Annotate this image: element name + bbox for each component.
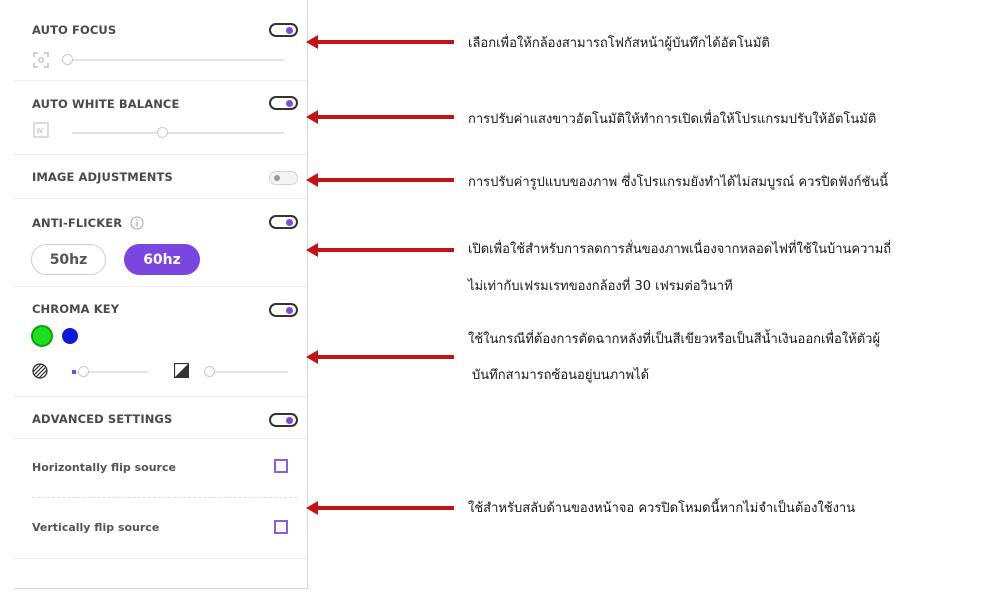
vertical-flip-checkbox[interactable] — [274, 520, 288, 534]
chroma-key-toggle[interactable] — [269, 303, 298, 317]
horizontal-flip-checkbox[interactable] — [274, 459, 288, 473]
annotation-anti-flicker-2: ไม่เท่ากับเฟรมเรทของกล้องที่ 30 เฟรมต่อว… — [468, 279, 733, 294]
chroma-key-slider-1-fill — [72, 370, 76, 374]
auto-focus-toggle[interactable] — [269, 23, 298, 37]
annotation-white-balance: การปรับค่าแสงขาวอัตโนมัติให้ทำการเปิดเพื… — [468, 112, 877, 127]
chroma-key-slider-1-thumb[interactable] — [78, 366, 89, 377]
chroma-key-title: CHROMA KEY — [32, 302, 120, 316]
chroma-key-slider-2-thumb[interactable] — [204, 366, 215, 377]
annotation-image-adjustments: การปรับค่ารูปแบบของภาพ ซึ่งโปรแกรมยังทำไ… — [468, 175, 889, 190]
image-adjustments-toggle[interactable] — [269, 171, 298, 185]
60hz-button[interactable]: 60hz — [124, 244, 200, 275]
contrast-square-icon — [173, 362, 190, 382]
white-balance-icon: W — [33, 122, 49, 142]
anti-flicker-title: ANTI-FLICKER — [32, 216, 123, 230]
focus-frame-icon — [33, 52, 49, 72]
auto-focus-section: AUTO FOCUS — [14, 0, 307, 81]
vertical-flip-label: Vertically flip source — [32, 521, 160, 534]
chroma-key-section: CHROMA KEY — [14, 286, 307, 397]
arrow-anti-flicker — [306, 243, 454, 257]
auto-white-balance-title: AUTO WHITE BALANCE — [32, 97, 180, 111]
anti-flicker-section: ANTI-FLICKER 50hz 60hz — [14, 198, 307, 287]
50hz-button[interactable]: 50hz — [31, 244, 106, 275]
advanced-settings-toggle[interactable] — [269, 413, 298, 427]
hatched-circle-icon — [32, 363, 48, 383]
annotation-auto-focus: เลือกเพื่อให้กล้องสามารถโฟกัสหน้าผู้บันท… — [468, 36, 770, 51]
arrow-image-adjustments — [306, 173, 454, 187]
chroma-green-swatch[interactable] — [31, 325, 53, 347]
image-adjustments-section: IMAGE ADJUSTMENTS — [14, 154, 307, 199]
annotation-flip: ใช้สำหรับสลับด้านของหน้าจอ ควรปิดโหมดนี้… — [468, 501, 856, 516]
arrow-auto-focus — [306, 35, 454, 49]
auto-white-balance-section: AUTO WHITE BALANCE W — [14, 80, 307, 155]
chroma-key-slider-2[interactable] — [204, 371, 288, 373]
svg-text:W: W — [37, 127, 44, 135]
auto-focus-slider-thumb[interactable] — [62, 54, 73, 65]
auto-white-balance-slider-thumb[interactable] — [157, 127, 168, 138]
arrow-white-balance — [306, 110, 454, 124]
auto-white-balance-slider[interactable] — [72, 132, 284, 134]
anti-flicker-toggle[interactable] — [269, 215, 298, 229]
chroma-blue-swatch[interactable] — [62, 328, 78, 344]
auto-focus-title: AUTO FOCUS — [32, 23, 117, 37]
advanced-settings-title: ADVANCED SETTINGS — [32, 412, 173, 426]
settings-panel: AUTO FOCUS AUTO WHITE BALANCE W IMAGE AD… — [14, 0, 308, 589]
arrow-flip — [306, 501, 454, 515]
divider — [32, 497, 297, 498]
arrow-chroma-key — [306, 350, 454, 364]
image-adjustments-title: IMAGE ADJUSTMENTS — [32, 170, 173, 184]
auto-focus-slider[interactable] — [66, 59, 284, 61]
annotation-chroma-key-2: บันทึกสามารถซ้อนอยู่บนภาพได้ — [472, 368, 650, 383]
annotation-anti-flicker-1: เปิดเพื่อใช้สำหรับการลดการสั่นของภาพเนื่… — [468, 242, 892, 257]
horizontal-flip-label: Horizontally flip source — [32, 461, 176, 474]
info-icon[interactable] — [130, 215, 144, 234]
advanced-settings-section: ADVANCED SETTINGS Horizontally flip sour… — [14, 396, 307, 559]
auto-white-balance-toggle[interactable] — [269, 96, 298, 110]
annotation-chroma-key-1: ใช้ในกรณีที่ต้องการตัดฉากหลังที่เป็นสีเข… — [468, 332, 881, 347]
